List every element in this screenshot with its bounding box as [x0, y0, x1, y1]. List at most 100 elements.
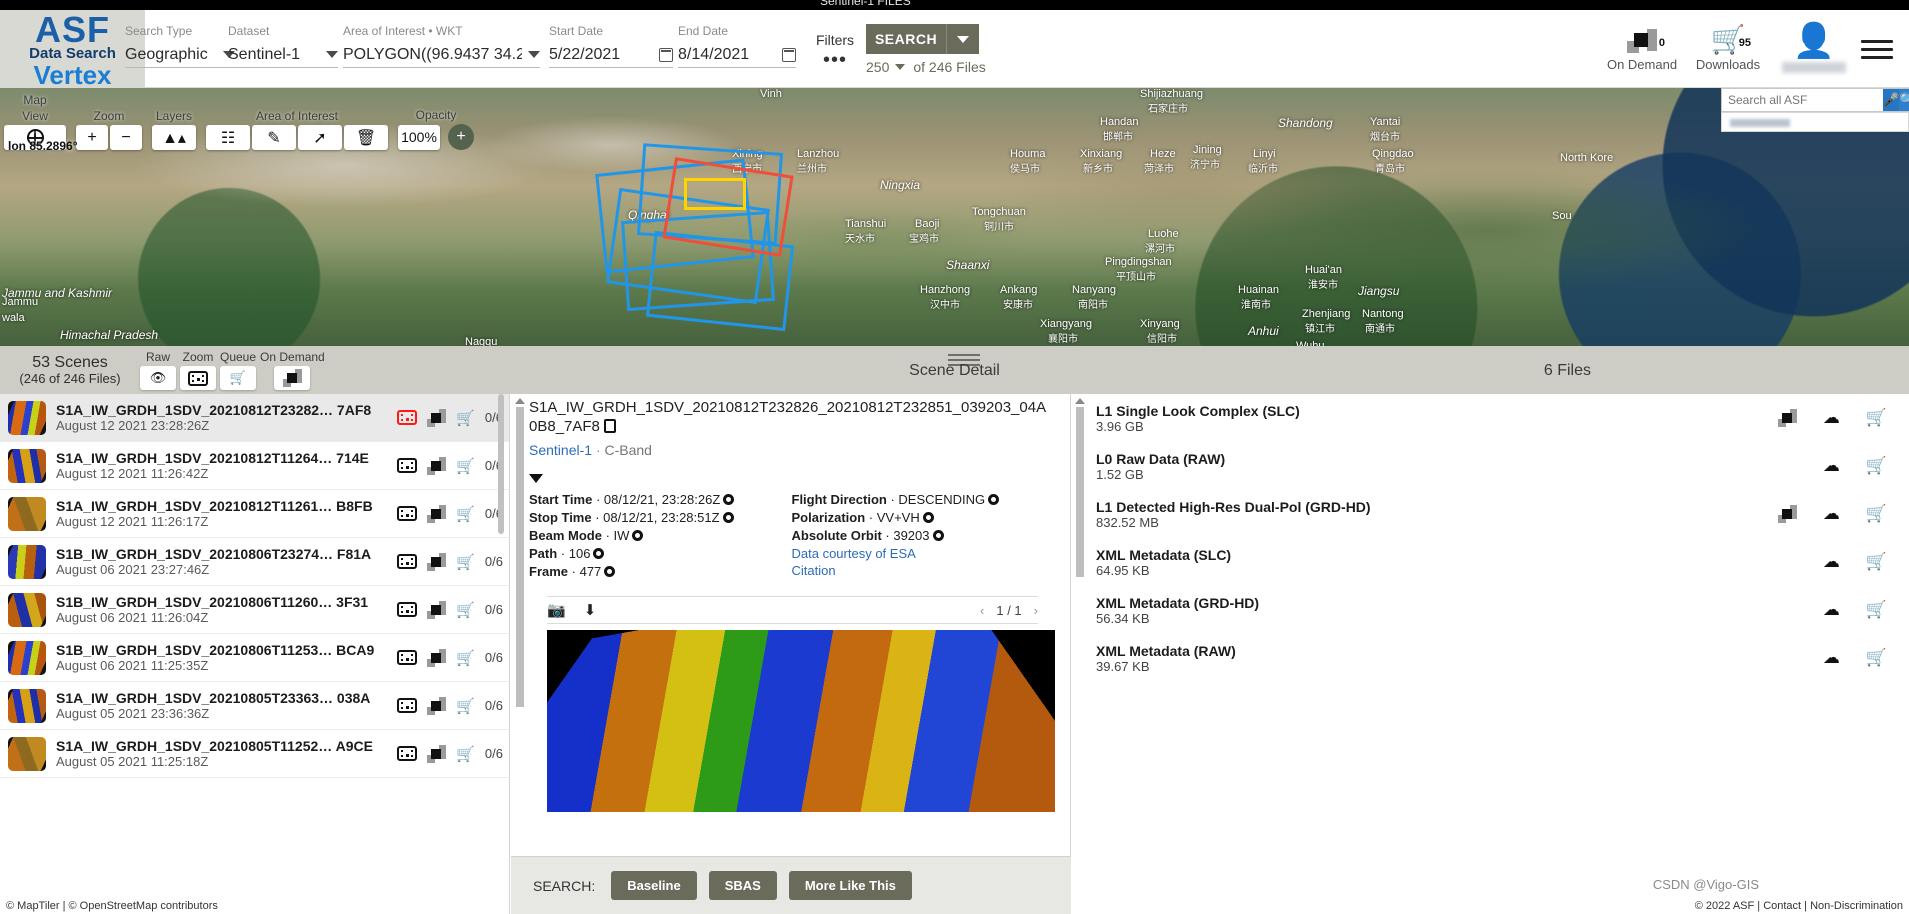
calendar-icon[interactable]: [659, 47, 673, 62]
add-to-cart-icon[interactable]: 🛒: [1866, 504, 1887, 524]
start-date-value[interactable]: 5/22/2021: [549, 46, 620, 64]
microphone-icon[interactable]: 🎤: [1883, 89, 1900, 111]
draw-pencil-icon[interactable]: ✎: [252, 125, 296, 150]
list-action-queue[interactable]: Queue 🛒: [220, 350, 256, 390]
download-icon[interactable]: ☁: [1823, 456, 1840, 476]
baseline-button[interactable]: Baseline: [611, 871, 697, 900]
detail-scrollbar[interactable]: [515, 398, 525, 910]
zoom-in-button[interactable]: +: [76, 125, 108, 150]
start-date-field[interactable]: Start Date 5/22/2021: [549, 24, 673, 68]
gear-icon[interactable]: [922, 512, 934, 523]
scene-row[interactable]: S1A_IW_GRDH_1SDV_20210812T23282… 7AF8 Aug…: [0, 394, 509, 442]
search-button[interactable]: SEARCH: [866, 24, 979, 54]
scroll-up-icon[interactable]: [1075, 398, 1085, 404]
gear-icon[interactable]: [988, 494, 1000, 505]
download-icon[interactable]: ☁: [1823, 552, 1840, 572]
scene-row[interactable]: S1A_IW_GRDH_1SDV_20210805T11252… A9CE Aug…: [0, 730, 509, 778]
zoom-extent-icon[interactable]: [180, 366, 216, 390]
add-to-cart-icon[interactable]: 🛒: [456, 745, 475, 763]
add-to-cart-icon[interactable]: 🛒: [456, 697, 475, 715]
list-action-raw[interactable]: Raw 👁: [140, 350, 176, 390]
add-to-cart-icon[interactable]: 🛒: [220, 366, 257, 390]
aoi-value[interactable]: POLYGON((96.9437 34.28: [343, 46, 522, 64]
gear-icon[interactable]: [632, 530, 644, 541]
on-demand-icon[interactable]: [427, 504, 447, 523]
download-icon[interactable]: ☁: [1823, 504, 1840, 524]
on-demand-icon[interactable]: [427, 696, 447, 715]
file-row[interactable]: XML Metadata (SLC) 64.95 KB ☁ 🛒: [1072, 538, 1909, 586]
add-to-cart-icon[interactable]: 🛒: [456, 553, 475, 571]
on-demand-icon[interactable]: [427, 408, 447, 427]
file-row[interactable]: L1 Detected High-Res Dual-Pol (GRD-HD) 83…: [1072, 490, 1909, 538]
add-to-cart-icon[interactable]: 🛒: [456, 649, 475, 667]
on-demand-icon[interactable]: [427, 744, 447, 763]
layers-button[interactable]: ▲▴: [152, 125, 196, 150]
select-area-icon[interactable]: ☷: [206, 125, 250, 150]
scene-row[interactable]: S1A_IW_GRDH_1SDV_20210805T23363… 038A Aug…: [0, 682, 509, 730]
browse-image[interactable]: [547, 630, 1055, 812]
chevron-down-icon[interactable]: [528, 51, 540, 58]
metadata-link[interactable]: Citation: [792, 562, 1055, 579]
zoom-extent-icon[interactable]: [397, 650, 418, 665]
search-input[interactable]: [1722, 93, 1883, 107]
on-demand-icon[interactable]: [1777, 505, 1797, 523]
add-to-cart-icon[interactable]: 🛒: [1866, 552, 1887, 572]
max-results-value[interactable]: 250: [866, 59, 889, 75]
chevron-down-icon[interactable]: [326, 51, 338, 58]
more-like-this-button[interactable]: More Like This: [788, 871, 912, 900]
zoom-extent-icon[interactable]: [397, 746, 418, 761]
on-demand-icon[interactable]: [427, 456, 447, 475]
download-icon[interactable]: ⬇: [584, 601, 597, 619]
add-to-cart-icon[interactable]: 🛒: [1866, 600, 1887, 620]
scene-footprint[interactable]: [684, 178, 746, 210]
scene-row[interactable]: S1B_IW_GRDH_1SDV_20210806T23274… F81A Aug…: [0, 538, 509, 586]
scene-row[interactable]: S1A_IW_GRDH_1SDV_20210812T11264… 714E Aug…: [0, 442, 509, 490]
search-dropdown-button[interactable]: [947, 35, 979, 43]
asf-site-search[interactable]: 🎤 🔍: [1721, 88, 1909, 112]
hamburger-menu-icon[interactable]: [1861, 39, 1893, 59]
file-list[interactable]: L1 Single Look Complex (SLC) 3.96 GB ☁ 🛒 L0 …: [1072, 394, 1909, 682]
add-to-cart-icon[interactable]: 🛒: [1866, 456, 1887, 476]
zoom-extent-icon[interactable]: [397, 410, 418, 425]
downloads-button[interactable]: 95 🛒 Downloads: [1685, 25, 1771, 72]
file-row[interactable]: L1 Single Look Complex (SLC) 3.96 GB ☁ 🛒: [1072, 394, 1909, 442]
download-icon[interactable]: ☁: [1823, 408, 1840, 428]
zoom-extent-icon[interactable]: [397, 458, 418, 473]
calendar-icon[interactable]: [782, 47, 796, 62]
browse-next-button[interactable]: ›: [1034, 603, 1038, 618]
filters-button[interactable]: Filters •••: [805, 32, 865, 70]
draw-polygon-icon[interactable]: ➚: [298, 125, 342, 150]
on-demand-icon[interactable]: [427, 552, 447, 571]
scene-row[interactable]: S1B_IW_GRDH_1SDV_20210806T11253… BCA9 Aug…: [0, 634, 509, 682]
trash-icon[interactable]: 🗑: [344, 125, 388, 150]
on-demand-icon[interactable]: [427, 648, 447, 667]
files-scrollbar[interactable]: [1074, 398, 1086, 898]
add-to-cart-icon[interactable]: 🛒: [456, 505, 475, 523]
download-icon[interactable]: ☁: [1823, 648, 1840, 668]
download-icon[interactable]: ☁: [1823, 600, 1840, 620]
aoi-field[interactable]: Area of Interest • WKT POLYGON((96.9437 …: [343, 24, 540, 68]
eye-icon[interactable]: 👁: [140, 366, 176, 390]
platform-link[interactable]: Sentinel-1: [529, 442, 592, 458]
on-demand-icon[interactable]: [274, 366, 311, 390]
scroll-up-icon[interactable]: [515, 398, 525, 404]
add-to-cart-icon[interactable]: 🛒: [456, 601, 475, 619]
scene-list[interactable]: S1A_IW_GRDH_1SDV_20210812T23282… 7AF8 Aug…: [0, 394, 510, 914]
file-row[interactable]: L0 Raw Data (RAW) 1.52 GB ☁ 🛒: [1072, 442, 1909, 490]
zoom-extent-icon[interactable]: [397, 602, 418, 617]
copy-icon[interactable]: [601, 418, 617, 435]
list-action-ondemand[interactable]: On Demand: [260, 350, 325, 390]
on-demand-icon[interactable]: [1777, 409, 1797, 427]
scene-list-scrollbar[interactable]: [498, 394, 504, 914]
end-date-value[interactable]: 8/14/2021: [678, 46, 749, 64]
add-to-cart-icon[interactable]: 🛒: [1866, 408, 1887, 428]
add-to-cart-icon[interactable]: 🛒: [456, 457, 475, 475]
image-icon[interactable]: 📷: [547, 601, 566, 619]
search-icon[interactable]: 🔍: [1899, 89, 1909, 111]
opacity-increase-button[interactable]: +: [448, 124, 474, 150]
gear-icon[interactable]: [932, 530, 944, 541]
file-row[interactable]: XML Metadata (RAW) 39.67 KB ☁ 🛒: [1072, 634, 1909, 682]
add-to-cart-icon[interactable]: 🛒: [456, 409, 475, 427]
end-date-field[interactable]: End Date 8/14/2021: [678, 24, 796, 68]
sbas-button[interactable]: SBAS: [708, 871, 777, 900]
